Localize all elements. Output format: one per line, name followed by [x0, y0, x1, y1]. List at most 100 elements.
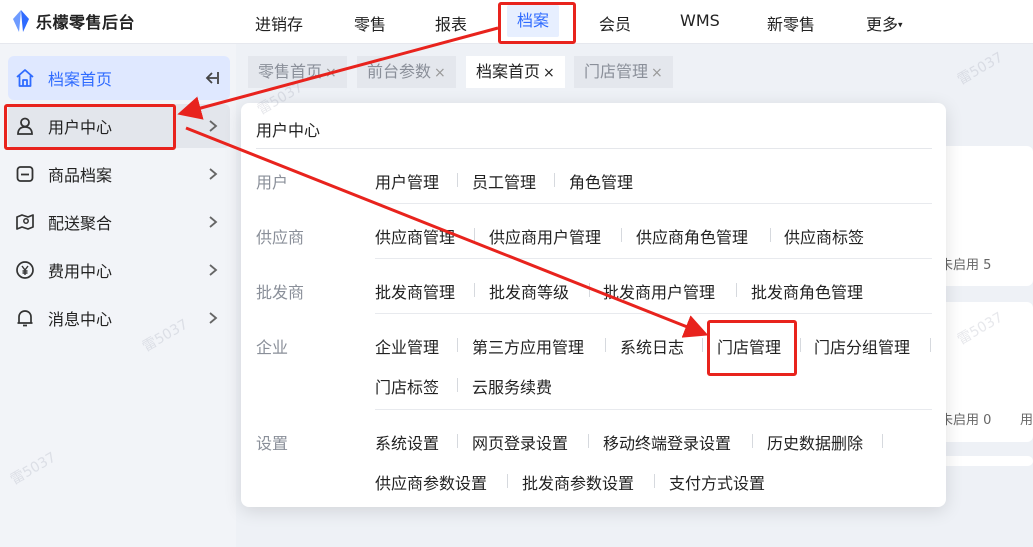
- chevron-right-icon: [209, 120, 218, 132]
- separator: [507, 474, 508, 488]
- nav-huiyuan[interactable]: 会员: [599, 11, 631, 35]
- menu-link-system-log[interactable]: 系统日志: [620, 334, 684, 358]
- user-center-menu: 用户中心 用户 用户管理 员工管理 角色管理 供应商 供应商管理 供应商用户管理…: [241, 103, 946, 507]
- menu-link-employee-management[interactable]: 员工管理: [472, 169, 536, 193]
- menu-link-wholesaler-param-settings[interactable]: 批发商参数设置: [522, 470, 634, 494]
- chevron-right-icon: [209, 216, 218, 228]
- menu-link-system-settings[interactable]: 系统设置: [375, 430, 439, 454]
- menu-link-role-management[interactable]: 角色管理: [569, 169, 633, 193]
- divider: [375, 258, 932, 259]
- yen-icon: [14, 259, 36, 281]
- close-icon[interactable]: ×: [651, 65, 663, 81]
- group-label-enterprise: 企业: [256, 338, 289, 357]
- chevron-down-icon: ▾: [898, 20, 903, 31]
- nav-jinxiaocun[interactable]: 进销存: [255, 11, 303, 35]
- brand[interactable]: 乐檬零售后台: [12, 9, 135, 33]
- menu-link-web-login-settings[interactable]: 网页登录设置: [472, 430, 568, 454]
- sidebar-item-dangan-home[interactable]: 档案首页: [8, 56, 230, 100]
- sidebar-item-label: 费用中心: [48, 262, 113, 281]
- menu-link-supplier-param-settings[interactable]: 供应商参数设置: [375, 470, 487, 494]
- menu-link-wholesaler-management[interactable]: 批发商管理: [375, 279, 455, 303]
- close-icon[interactable]: ×: [543, 65, 555, 81]
- diamond-logo-icon: [13, 10, 29, 32]
- sidebar-item-label: 配送聚合: [48, 214, 113, 233]
- home-icon: [14, 67, 36, 89]
- sidebar-item-label: 商品档案: [48, 166, 113, 185]
- sidebar-item-delivery[interactable]: 配送聚合: [8, 200, 230, 244]
- sidebar-item-expense[interactable]: 费用中心: [8, 248, 230, 292]
- separator: [554, 173, 555, 187]
- status-text: 用: [1020, 413, 1033, 428]
- divider: [256, 148, 932, 149]
- menu-link-supplier-management[interactable]: 供应商管理: [375, 224, 455, 248]
- sidebar-item-label: 消息中心: [48, 310, 113, 329]
- menu-link-third-party-apps[interactable]: 第三方应用管理: [472, 334, 584, 358]
- menu-link-supplier-user-management[interactable]: 供应商用户管理: [489, 224, 601, 248]
- group-label-user: 用户: [256, 173, 289, 192]
- separator: [457, 434, 458, 448]
- menu-link-cloud-renewal[interactable]: 云服务续费: [472, 374, 552, 398]
- menu-link-wholesaler-role-management[interactable]: 批发商角色管理: [751, 279, 863, 303]
- menu-link-store-tags[interactable]: 门店标签: [375, 374, 439, 398]
- menu-link-wholesaler-levels[interactable]: 批发商等级: [489, 279, 569, 303]
- separator: [621, 228, 622, 242]
- separator: [654, 474, 655, 488]
- separator: [882, 434, 883, 448]
- group-label-supplier: 供应商: [256, 228, 305, 247]
- sidebar-item-goods-archive[interactable]: 商品档案: [8, 152, 230, 196]
- collapse-left-icon[interactable]: [202, 68, 222, 88]
- chevron-right-icon: [209, 312, 218, 324]
- map-icon: [14, 211, 36, 233]
- close-icon[interactable]: ×: [325, 65, 337, 81]
- menu-link-supplier-tags[interactable]: 供应商标签: [784, 224, 864, 248]
- tab-label: 档案首页: [476, 62, 541, 81]
- tab-archive-home[interactable]: 档案首页 ×: [466, 56, 565, 88]
- annotation-box-store-management: [707, 320, 797, 376]
- divider: [375, 203, 932, 204]
- menu-link-enterprise-management[interactable]: 企业管理: [375, 334, 439, 358]
- annotation-box-user-center: [4, 104, 176, 150]
- tab-store-management[interactable]: 门店管理 ×: [574, 56, 673, 88]
- annotation-box-dangan: [498, 2, 576, 44]
- group-label-wholesaler: 批发商: [256, 283, 305, 302]
- status-text: 未启用 0: [940, 413, 992, 428]
- brand-name: 乐檬零售后台: [36, 13, 136, 32]
- menu-link-mobile-login-settings[interactable]: 移动终端登录设置: [603, 430, 731, 454]
- tab-label: 前台参数: [367, 62, 432, 81]
- separator: [800, 338, 801, 352]
- menu-link-store-group-management[interactable]: 门店分组管理: [814, 334, 910, 358]
- chevron-right-icon: [209, 264, 218, 276]
- menu-link-wholesaler-user-management[interactable]: 批发商用户管理: [603, 279, 715, 303]
- nav-lingshou[interactable]: 零售: [354, 11, 386, 35]
- separator: [457, 338, 458, 352]
- menu-link-supplier-role-management[interactable]: 供应商角色管理: [636, 224, 748, 248]
- separator: [752, 434, 753, 448]
- separator: [474, 283, 475, 297]
- separator: [702, 338, 703, 352]
- separator: [736, 283, 737, 297]
- page-tabs: 零售首页 × 前台参数 × 档案首页 × 门店管理 ×: [248, 56, 1033, 88]
- tab-label: 零售首页: [258, 62, 323, 81]
- separator: [930, 338, 931, 352]
- divider: [375, 313, 932, 314]
- separator: [474, 228, 475, 242]
- nav-xinlingshou[interactable]: 新零售: [767, 11, 815, 35]
- nav-wms[interactable]: WMS: [680, 11, 720, 30]
- status-text: 未启用 5: [940, 258, 992, 273]
- menu-link-history-data-delete[interactable]: 历史数据删除: [767, 430, 863, 454]
- tab-label: 门店管理: [584, 62, 649, 81]
- nav-baobiao[interactable]: 报表: [435, 11, 467, 35]
- separator: [605, 338, 606, 352]
- sidebar-item-message[interactable]: 消息中心: [8, 296, 230, 340]
- tab-front-params[interactable]: 前台参数 ×: [357, 56, 456, 88]
- separator: [457, 378, 458, 392]
- menu-link-user-management[interactable]: 用户管理: [375, 169, 439, 193]
- divider: [375, 409, 932, 410]
- group-label-settings: 设置: [256, 434, 289, 453]
- menu-link-payment-settings[interactable]: 支付方式设置: [669, 470, 765, 494]
- chevron-right-icon: [209, 168, 218, 180]
- sidebar-item-label: 档案首页: [48, 70, 113, 89]
- close-icon[interactable]: ×: [434, 65, 446, 81]
- nav-more[interactable]: 更多▾: [866, 11, 903, 35]
- separator: [588, 434, 589, 448]
